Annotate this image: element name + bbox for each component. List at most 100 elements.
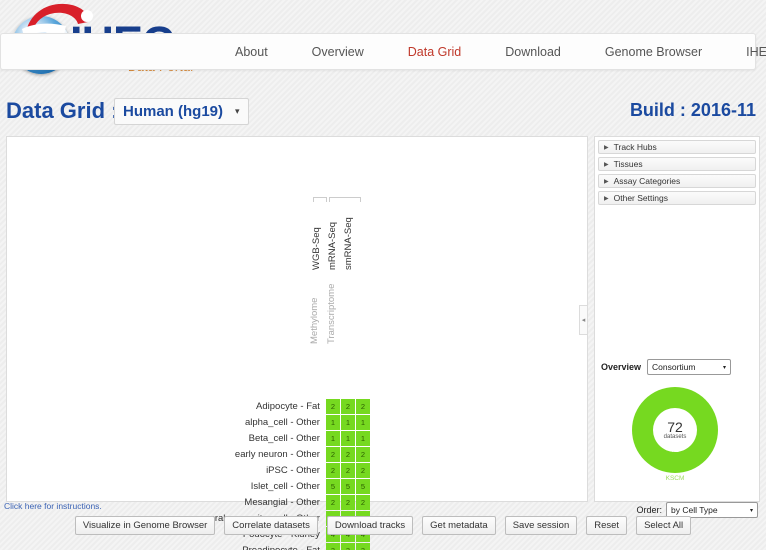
action-button-bar: Visualize in Genome Browser Correlate da… bbox=[0, 516, 766, 535]
grid-cell[interactable]: 1 bbox=[355, 431, 370, 446]
nav-item-data-grid[interactable]: Data Grid bbox=[386, 34, 484, 71]
donut-center: 72 datasets bbox=[653, 408, 697, 452]
site-header: IHEC Data Portal About Overview Data Gri… bbox=[0, 0, 766, 88]
table-row: Mesangial - Other 2 2 2 bbox=[198, 495, 370, 510]
grid-cell[interactable]: 2 bbox=[325, 463, 340, 478]
chevron-right-icon: ▶ bbox=[604, 195, 609, 202]
nav-item-list: About Overview Data Grid Download Genome… bbox=[213, 34, 766, 71]
overview-control-row: Overview Consortium ▾ bbox=[601, 359, 732, 375]
sidebar-item-tissues[interactable]: ▶ Tissues bbox=[598, 157, 756, 171]
chevron-down-icon: ▾ bbox=[235, 106, 240, 116]
table-row: Beta_cell - Other 1 1 1 bbox=[198, 431, 370, 446]
row-label: alpha_cell - Other bbox=[244, 417, 320, 428]
table-row: Adipocyte - Fat 2 2 2 bbox=[198, 399, 370, 414]
reset-button[interactable]: Reset bbox=[586, 516, 628, 535]
chevron-down-icon: ▾ bbox=[749, 507, 753, 514]
download-tracks-button[interactable]: Download tracks bbox=[326, 516, 414, 535]
visualize-in-genome-browser-button[interactable]: Visualize in Genome Browser bbox=[74, 516, 216, 535]
category-brace-transcriptome bbox=[329, 197, 361, 202]
donut-center-caption: datasets bbox=[663, 434, 687, 440]
nav-item-ihec-main-site[interactable]: IHEC Main Site bbox=[724, 34, 766, 71]
order-label: Order: bbox=[636, 505, 662, 515]
grid-cell[interactable]: 3 bbox=[340, 543, 355, 550]
table-row: alpha_cell - Other 1 1 1 bbox=[198, 415, 370, 430]
data-grid-panel: Methylome Transcriptome WGB-Seq mRNA-Seq… bbox=[6, 136, 588, 550]
data-grid-inner: Methylome Transcriptome WGB-Seq mRNA-Seq… bbox=[7, 137, 588, 550]
category-label-methylome: Methylome bbox=[309, 297, 320, 344]
grid-cell[interactable]: 2 bbox=[355, 495, 370, 510]
data-grid-page: IHEC Data Portal About Overview Data Gri… bbox=[0, 0, 766, 550]
select-all-button[interactable]: Select All bbox=[636, 516, 692, 535]
table-row: early neuron - Other 2 2 2 bbox=[198, 447, 370, 462]
nav-item-about[interactable]: About bbox=[213, 34, 290, 71]
nav-item-genome-browser[interactable]: Genome Browser bbox=[583, 34, 724, 71]
chevron-right-icon: ▶ bbox=[604, 178, 609, 185]
column-label-wgb-seq: WGB-Seq bbox=[311, 227, 322, 270]
sidebar-item-label: Track Hubs bbox=[613, 142, 657, 152]
grid-cell[interactable]: 2 bbox=[325, 495, 340, 510]
build-label: Build : 2016-11 bbox=[629, 100, 756, 120]
genome-assembly-value: Human (hg19) bbox=[123, 103, 224, 120]
instructions-link[interactable]: Click here for instructions. bbox=[4, 501, 102, 511]
grid-cell[interactable]: 1 bbox=[325, 431, 340, 446]
row-label: Adipocyte - Fat bbox=[256, 401, 320, 412]
grid-cell[interactable]: 2 bbox=[340, 495, 355, 510]
order-value: by Cell Type bbox=[671, 505, 718, 515]
table-row: Preadipocyte - Fat 3 3 3 bbox=[198, 543, 370, 550]
grid-cell[interactable]: 2 bbox=[340, 399, 355, 414]
donut-center-number: 72 bbox=[667, 419, 683, 435]
sidebar-item-other-settings[interactable]: ▶ Other Settings bbox=[598, 191, 756, 205]
donut-slice-value: 72 bbox=[671, 447, 679, 454]
sidebar-item-label: Other Settings bbox=[613, 193, 668, 203]
grid-cell[interactable]: 2 bbox=[325, 399, 340, 414]
row-label: Beta_cell - Other bbox=[248, 433, 320, 444]
table-row: iPSC - Other 2 2 2 bbox=[198, 463, 370, 478]
sidebar-item-label: Tissues bbox=[613, 159, 643, 169]
consortium-select[interactable]: Consortium ▾ bbox=[647, 359, 732, 375]
correlate-datasets-button[interactable]: Correlate datasets bbox=[224, 516, 318, 535]
column-label-mrna-seq: mRNA-Seq bbox=[327, 221, 338, 270]
overview-donut-chart: 72 datasets 72 KSCM bbox=[595, 383, 755, 493]
grid-cell[interactable]: 1 bbox=[355, 415, 370, 430]
grid-cell[interactable]: 1 bbox=[325, 415, 340, 430]
grid-cell[interactable]: 2 bbox=[355, 447, 370, 462]
grid-cell[interactable]: 2 bbox=[355, 399, 370, 414]
row-label: Islet_cell - Other bbox=[250, 481, 320, 492]
nav-item-overview[interactable]: Overview bbox=[290, 34, 386, 71]
grid-cell[interactable]: 5 bbox=[325, 479, 340, 494]
row-label: Mesangial - Other bbox=[244, 497, 320, 508]
grid-cell[interactable]: 1 bbox=[340, 415, 355, 430]
table-row: Islet_cell - Other 5 5 5 bbox=[198, 479, 370, 494]
grid-cell[interactable]: 2 bbox=[325, 447, 340, 462]
grid-cell[interactable]: 5 bbox=[340, 479, 355, 494]
grid-cell[interactable]: 2 bbox=[340, 463, 355, 478]
genome-assembly-select[interactable]: Human (hg19) ▾ bbox=[114, 98, 249, 125]
row-label: Preadipocyte - Fat bbox=[198, 543, 325, 550]
row-label: early neuron - Other bbox=[234, 449, 320, 460]
grid-cell[interactable]: 3 bbox=[325, 543, 340, 550]
grid-cell[interactable]: 1 bbox=[340, 431, 355, 446]
page-title-row: Data Grid : Human (hg19) ▾ Build : 2016-… bbox=[0, 96, 766, 134]
grid-cell[interactable]: 5 bbox=[355, 479, 370, 494]
chevron-down-icon: ▾ bbox=[723, 364, 727, 371]
grid-cell[interactable]: 2 bbox=[355, 463, 370, 478]
consortium-value: Consortium bbox=[652, 362, 696, 372]
category-brace-methylome bbox=[313, 197, 327, 202]
overview-label: Overview bbox=[601, 362, 642, 372]
sidebar-item-assay-categories[interactable]: ▶ Assay Categories bbox=[598, 174, 756, 188]
grid-cell[interactable]: 3 bbox=[355, 543, 370, 550]
get-metadata-button[interactable]: Get metadata bbox=[422, 516, 496, 535]
filters-sidebar: ▶ Track Hubs ▶ Tissues ▶ Assay Categorie… bbox=[594, 136, 760, 502]
column-label-smrna-seq: smRNA-Seq bbox=[343, 217, 354, 270]
donut-legend-label: KSCM bbox=[665, 475, 685, 482]
sidebar-item-track-hubs[interactable]: ▶ Track Hubs bbox=[598, 140, 756, 154]
category-label-transcriptome: Transcriptome bbox=[326, 283, 337, 344]
nav-item-download[interactable]: Download bbox=[483, 34, 583, 71]
chevron-right-icon: ▶ bbox=[604, 144, 609, 151]
main-navigation: About Overview Data Grid Download Genome… bbox=[0, 33, 766, 70]
save-session-button[interactable]: Save session bbox=[504, 516, 578, 535]
chevron-right-icon: ▶ bbox=[604, 161, 609, 168]
panel-collapse-handle[interactable]: ◂ bbox=[579, 305, 588, 335]
row-label: iPSC - Other bbox=[266, 465, 320, 476]
grid-cell[interactable]: 2 bbox=[340, 447, 355, 462]
